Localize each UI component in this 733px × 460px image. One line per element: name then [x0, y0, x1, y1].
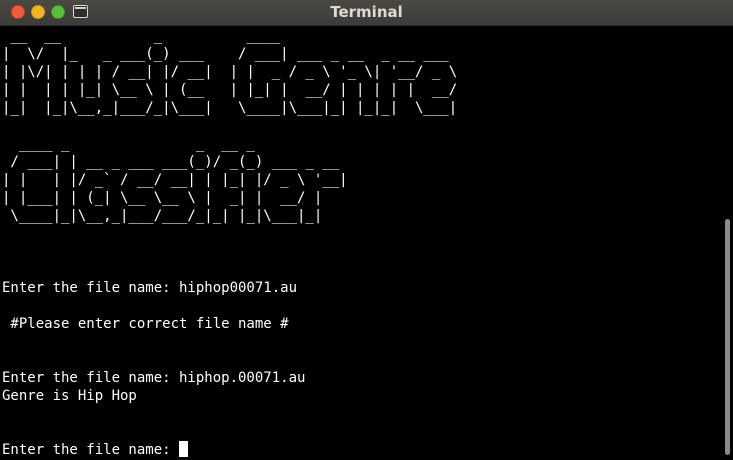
terminal-line-prompt-3: Enter the file name: — [2, 442, 180, 458]
terminal-line-prompt-1: Enter the file name: hiphop00071.au — [2, 280, 298, 296]
terminal-line-error: #Please enter correct file name # — [2, 316, 289, 332]
terminal-window: Terminal __ __ _ ____ | \/ |_ _ ___(_) _… — [0, 0, 733, 460]
title-bar: Terminal — [0, 0, 733, 26]
terminal-line-result: Genre is Hip Hop — [2, 388, 137, 404]
scrollbar-thumb[interactable] — [725, 219, 730, 455]
ascii-banner: __ __ _ ____ | \/ |_ _ ___(_) ___ / ___|… — [2, 28, 458, 224]
terminal-output[interactable]: __ __ _ ____ | \/ |_ _ ___(_) ___ / ___|… — [0, 27, 722, 460]
cursor[interactable] — [179, 441, 189, 457]
scrollbar[interactable] — [723, 27, 733, 460]
window-title: Terminal — [330, 3, 403, 21]
terminal-line-prompt-2: Enter the file name: hiphop.00071.au — [2, 370, 306, 386]
